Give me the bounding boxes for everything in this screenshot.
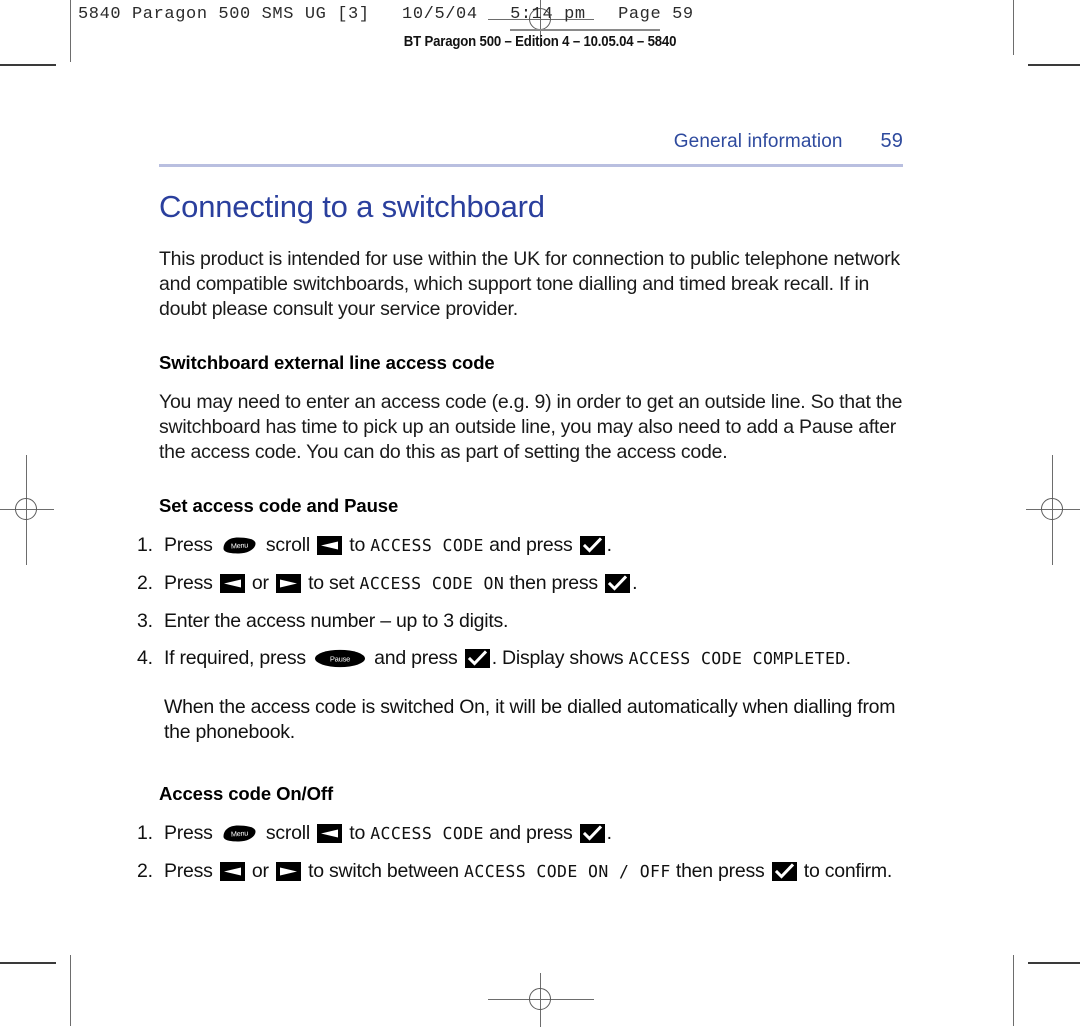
svg-text:Menu: Menu xyxy=(230,828,248,838)
step-item: 2. Press or to switch between ACCESS CODE… xyxy=(137,859,903,884)
step-text: If required, press Pause and press . Dis… xyxy=(164,646,903,671)
section-heading-access-code: Switchboard external line access code xyxy=(159,351,495,373)
tick-key-icon xyxy=(579,823,605,843)
pause-key-icon: Pause xyxy=(314,648,366,669)
step-number: 1. xyxy=(137,821,153,844)
step-text-fragment: to confirm. xyxy=(798,859,893,882)
intro-paragraph: This product is intended for use within … xyxy=(159,247,900,320)
step-text-fragment: then press xyxy=(504,571,604,594)
header-divider-rule xyxy=(159,164,903,167)
left-arrow-key-icon xyxy=(219,861,245,881)
display-text: ACCESS CODE ON / OFF xyxy=(464,861,671,881)
step-text-fragment: If required, press xyxy=(164,646,311,669)
step-number: 3. xyxy=(137,609,153,632)
page-title: Connecting to a switchboard xyxy=(159,188,545,224)
step-text-fragment: Enter the access number – up to 3 digits… xyxy=(164,609,509,632)
step-text-fragment: to xyxy=(344,821,371,844)
menu-key-icon: Menu xyxy=(221,536,258,555)
step-text: Press Menu scroll to ACCESS CODE and pre… xyxy=(164,821,903,846)
step-text-fragment: and press xyxy=(368,646,463,669)
steps-list-access-code-onoff: 1. Press Menu scroll to ACCESS CODE and p… xyxy=(137,821,903,884)
step-text-fragment: . xyxy=(606,533,612,556)
step-number: 4. xyxy=(137,646,153,669)
left-arrow-key-icon xyxy=(219,573,245,593)
step-item: 2. Press or to set ACCESS CODE ON then pr… xyxy=(137,571,903,596)
left-arrow-key-icon xyxy=(317,535,343,555)
step-text: Press or to switch between ACCESS CODE O… xyxy=(164,859,903,884)
page-content: General information 59 Connecting to a s… xyxy=(137,130,903,897)
step-text-fragment: scroll xyxy=(260,821,316,844)
left-arrow-key-icon xyxy=(317,823,343,843)
tick-key-icon xyxy=(605,573,631,593)
tick-key-icon xyxy=(464,648,490,668)
display-text: ACCESS CODE ON xyxy=(359,573,505,593)
step-number: 2. xyxy=(137,571,153,594)
step-number: 2. xyxy=(137,859,153,882)
svg-text:Pause: Pause xyxy=(330,654,350,663)
display-text: ACCESS CODE xyxy=(370,535,484,555)
step-text-fragment: and press xyxy=(483,821,578,844)
running-head-title: General information xyxy=(673,131,843,152)
step-text-fragment: . Display shows xyxy=(491,646,629,669)
note-paragraph: When the access code is switched On, it … xyxy=(164,695,896,743)
step-item: 1. Press Menu scroll to ACCESS CODE and p… xyxy=(137,821,903,846)
step-text-fragment: to xyxy=(344,533,371,556)
step-text-fragment: . xyxy=(632,571,638,594)
tick-key-icon xyxy=(771,861,797,881)
step-text-fragment: scroll xyxy=(260,533,316,556)
step-text: Press Menu scroll to ACCESS CODE and pre… xyxy=(164,533,903,558)
step-text: Press or to set ACCESS CODE ON then pres… xyxy=(164,571,903,596)
step-item: 3. Enter the access number – up to 3 digi… xyxy=(137,609,903,633)
section-heading-set-access-code: Set access code and Pause xyxy=(159,494,399,516)
step-item: 1. Press Menu scroll to ACCESS CODE and p… xyxy=(137,533,903,558)
step-text-fragment: Press xyxy=(164,859,218,882)
section-heading-access-code-onoff: Access code On/Off xyxy=(159,782,334,804)
menu-key-icon: Menu xyxy=(221,824,258,843)
step-text-fragment: to switch between xyxy=(302,859,465,882)
document-page: General information 59 Connecting to a s… xyxy=(0,0,1080,1026)
right-arrow-key-icon xyxy=(275,573,301,593)
display-text: ACCESS CODE COMPLETED xyxy=(628,648,846,668)
step-item: 4. If required, press Pause and press . D… xyxy=(137,646,903,671)
step-text-fragment: Press xyxy=(164,571,218,594)
svg-text:Menu: Menu xyxy=(230,540,248,550)
section-paragraph-access-code: You may need to enter an access code (e.… xyxy=(159,390,903,463)
step-text-fragment: then press xyxy=(670,859,770,882)
step-text-fragment: . xyxy=(606,821,612,844)
steps-list-set-access-code: 1. Press Menu scroll to ACCESS CODE and p… xyxy=(137,533,903,671)
tick-key-icon xyxy=(579,535,605,555)
step-text-fragment: Press xyxy=(164,533,218,556)
right-arrow-key-icon xyxy=(275,861,301,881)
step-text-fragment: or xyxy=(246,859,274,882)
running-head: General information 59 xyxy=(159,130,903,164)
step-text: Enter the access number – up to 3 digits… xyxy=(164,609,903,633)
step-text-fragment: and press xyxy=(483,533,578,556)
step-text-fragment: to set xyxy=(302,571,360,594)
step-text-fragment: Press xyxy=(164,821,218,844)
display-text: ACCESS CODE xyxy=(370,823,484,843)
step-number: 1. xyxy=(137,533,153,556)
step-text-fragment: or xyxy=(246,571,274,594)
page-number: 59 xyxy=(880,130,903,152)
step-text-fragment: . xyxy=(845,646,851,669)
